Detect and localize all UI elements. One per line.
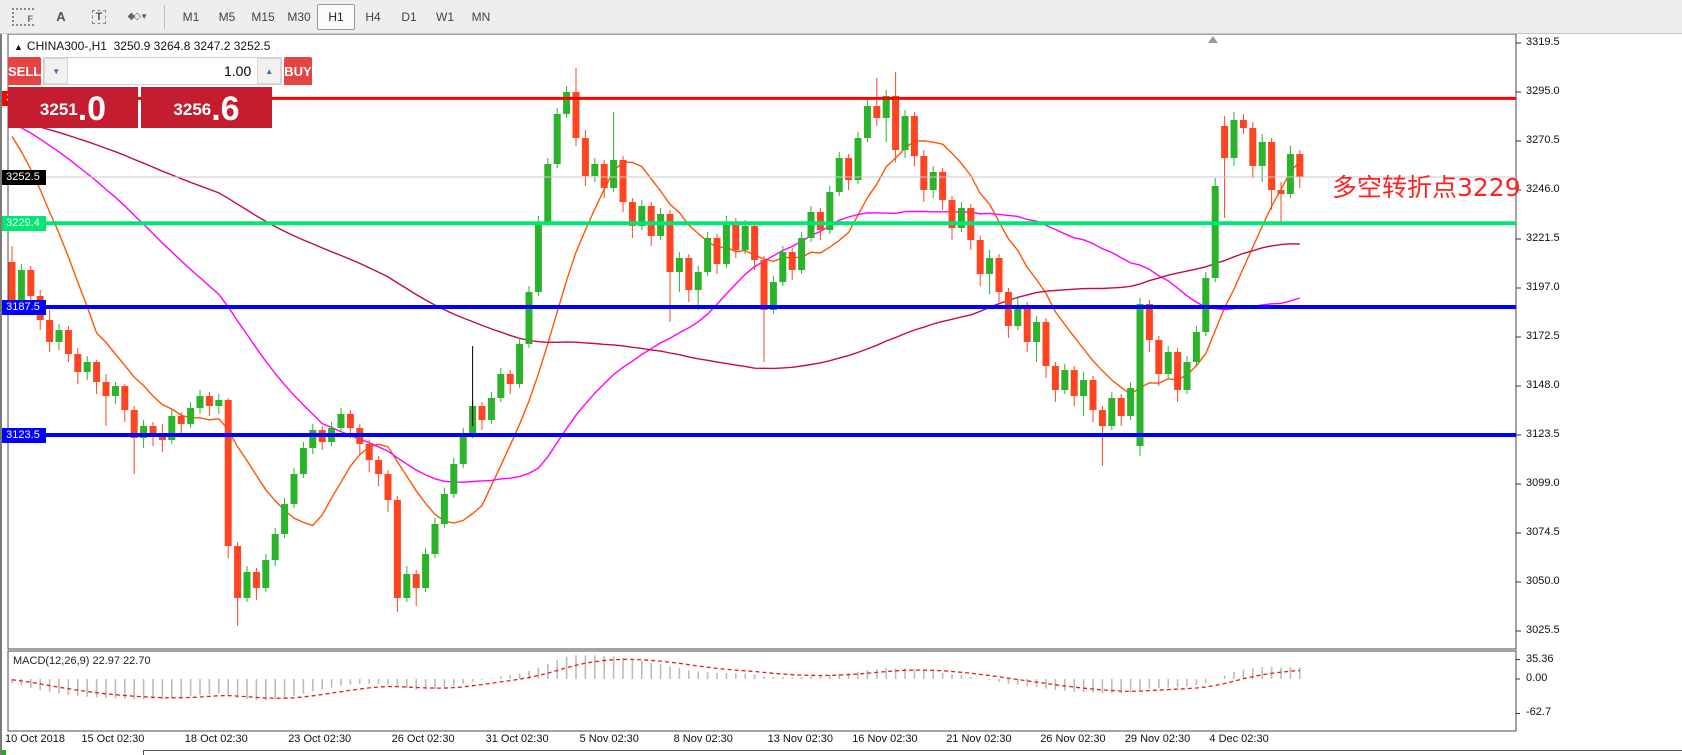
price-axis-tick: 3221.5 [1526, 232, 1560, 244]
price-axis-tick: 3050.0 [1526, 575, 1560, 587]
scroll-marker-icon [1208, 36, 1218, 43]
date-axis-label: 5 Nov 02:30 [580, 733, 639, 745]
indicator-grid-icon[interactable]: F [8, 5, 38, 29]
buy-button[interactable]: BUY [284, 57, 311, 85]
letter-a-icon: A [56, 9, 65, 24]
volume-input[interactable] [68, 58, 257, 84]
text-label-icon[interactable]: A [46, 5, 76, 29]
macd-axis-tick: -62.7 [1526, 706, 1551, 718]
date-axis-label: 15 Oct 02:30 [81, 733, 144, 745]
chevron-down-icon: ▾ [142, 11, 147, 22]
price-axis-tick: 3099.0 [1526, 477, 1560, 489]
timeframe-h1[interactable]: H1 [317, 4, 355, 30]
date-axis-label: 31 Oct 02:30 [486, 733, 549, 745]
timeframe-h4[interactable]: H4 [355, 5, 391, 29]
macd-axis-tick: 35.36 [1526, 653, 1554, 665]
macd-axis-tick: 0.00 [1526, 672, 1547, 684]
timeframe-m15[interactable]: M15 [245, 5, 281, 29]
text-box-icon[interactable]: T [84, 5, 114, 29]
toolbar-separator [164, 5, 165, 29]
price-badge: 3229.4 [0, 216, 46, 231]
price-badge: 3187.5 [0, 300, 46, 315]
date-axis-label: 8 Nov 02:30 [674, 733, 733, 745]
price-axis-tick: 3172.5 [1526, 330, 1560, 342]
date-axis-label: 23 Oct 02:30 [288, 733, 351, 745]
buy-price-main: 3256 [173, 92, 211, 128]
price-axis-tick: 3074.5 [1526, 526, 1560, 538]
price-axis-tick: 3197.0 [1526, 281, 1560, 293]
timeframe-m30[interactable]: M30 [281, 5, 317, 29]
date-axis-label: 26 Nov 02:30 [1040, 733, 1105, 745]
volume-decrease-button[interactable]: ▼ [44, 58, 68, 84]
toolbar: F A T ◆◇ ▾ M1 M5 M15 M30 H1 H4 D1 W1 MN [0, 0, 1682, 34]
price-axis-tick: 3246.0 [1526, 183, 1560, 195]
chart-annotation-text: 多空转折点3229 [1332, 168, 1521, 204]
trading-platform-window: F A T ◆◇ ▾ M1 M5 M15 M30 H1 H4 D1 W1 MN … [0, 0, 1682, 755]
collapse-marker-icon: ▲ [14, 42, 23, 52]
ohlc-values: 3250.9 3264.8 3247.2 3252.5 [114, 39, 271, 53]
price-badge: 3123.5 [0, 428, 46, 443]
boxed-t-icon: T [92, 10, 107, 24]
date-axis-label: 29 Nov 02:30 [1125, 733, 1190, 745]
timeframe-m1[interactable]: M1 [173, 5, 209, 29]
date-axis-label: 26 Oct 02:30 [392, 733, 455, 745]
sell-price-main: 3251 [40, 92, 78, 128]
price-axis-tick: 3295.0 [1526, 85, 1560, 97]
macd-indicator-label: MACD(12,26,9) 22.97 22.70 [13, 655, 151, 667]
buy-price-fraction: .6 [211, 90, 239, 128]
volume-increase-button[interactable]: ▲ [257, 58, 281, 84]
chart-title: ▲ CHINA300-,H1 3250.9 3264.8 3247.2 3252.… [14, 39, 270, 53]
grid-f-icon: F [12, 8, 34, 26]
price-axis-tick: 3148.0 [1526, 379, 1560, 391]
date-axis-label: 21 Nov 02:30 [946, 733, 1011, 745]
timeframe-m5[interactable]: M5 [209, 5, 245, 29]
lower-pane-edge [143, 750, 1682, 755]
price-axis-tick: 3319.5 [1526, 36, 1560, 48]
shapes-tool-button[interactable]: ◆◇ ▾ [122, 5, 152, 29]
shapes-icon: ◆◇ [128, 11, 139, 22]
timeframe-mn[interactable]: MN [463, 5, 499, 29]
timeframe-d1[interactable]: D1 [391, 5, 427, 29]
date-axis-label: 13 Nov 02:30 [768, 733, 833, 745]
date-axis-label: 18 Oct 02:30 [185, 733, 248, 745]
timeframe-w1[interactable]: W1 [427, 5, 463, 29]
volume-box: ▼ ▲ [43, 57, 282, 85]
sell-button[interactable]: SELL [8, 57, 41, 85]
window-frame-edge [0, 33, 2, 755]
bottom-tab-strip [0, 748, 1682, 755]
price-badge: 3252.5 [0, 170, 46, 185]
symbol-period-label: CHINA300-,H1 [27, 39, 107, 53]
buy-price-button[interactable]: 3256 .6 [141, 87, 272, 128]
sell-price-fraction: .0 [78, 90, 106, 128]
price-axis-tick: 3270.5 [1526, 134, 1560, 146]
date-axis-label: 4 Dec 02:30 [1209, 733, 1268, 745]
price-axis-tick: 3123.5 [1526, 428, 1560, 440]
sell-price-button[interactable]: 3251 .0 [8, 87, 138, 128]
price-axis-tick: 3025.5 [1526, 624, 1560, 636]
one-click-trade-panel: SELL ▼ ▲ BUY 3251 .0 3256 .6 [8, 57, 272, 128]
date-axis-label: 16 Nov 02:30 [852, 733, 917, 745]
date-axis-label: 10 Oct 2018 [5, 733, 65, 745]
